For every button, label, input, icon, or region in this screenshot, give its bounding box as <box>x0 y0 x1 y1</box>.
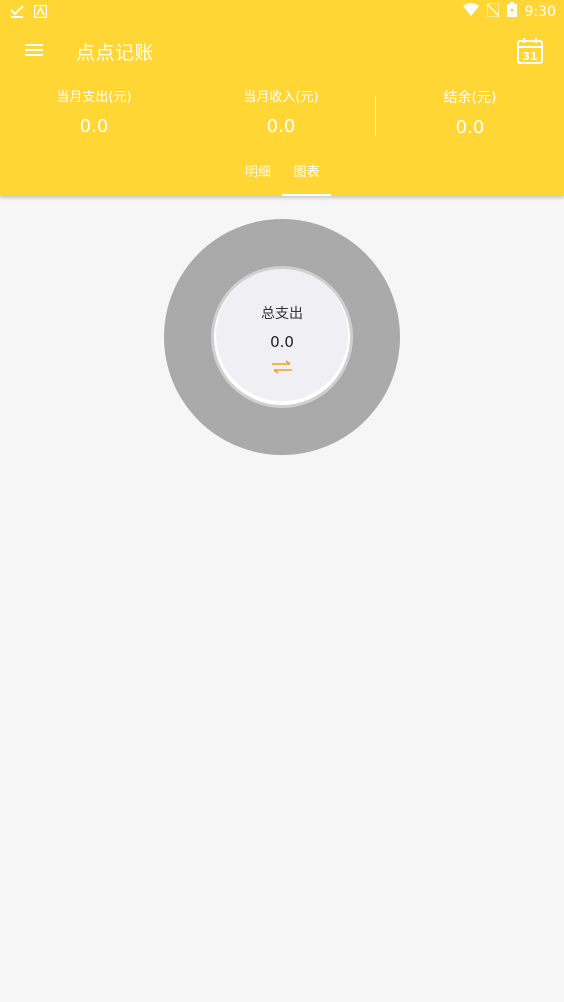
tab-detail[interactable]: 明细 <box>236 162 280 196</box>
download-done-icon <box>10 3 24 22</box>
calendar-icon: 31 <box>517 38 543 64</box>
wifi-icon <box>462 3 479 20</box>
balance-label: 结余(元) <box>443 90 497 106</box>
balance-summary: 结余(元) 0.0 <box>376 88 564 140</box>
income-summary: 当月收入(元) 0.0 <box>187 88 375 139</box>
total-expense-value: 0.0 <box>270 333 294 351</box>
balance-value: 0.0 <box>455 117 485 138</box>
summary-divider <box>375 96 376 136</box>
calendar-day-text: 31 <box>522 50 537 63</box>
status-time: 9:30 <box>524 3 556 20</box>
expense-label: 当月支出(元) <box>56 90 132 105</box>
header: 9:30 点点记账 31 当月支出(元) 0.0 当月收入(元) 0.0 结余(… <box>0 0 564 196</box>
donut-center: 总支出 0.0 <box>216 271 348 403</box>
tab-chart-label: 图表 <box>293 165 320 180</box>
menu-button[interactable] <box>20 38 48 62</box>
android-icon <box>33 3 48 22</box>
app-bar: 点点记账 31 <box>0 24 564 76</box>
battery-charging-icon <box>506 2 517 21</box>
income-value: 0.0 <box>266 116 296 137</box>
total-expense-label: 总支出 <box>261 306 303 322</box>
calendar-button[interactable]: 31 <box>516 37 544 65</box>
tab-bar: 明细 图表 <box>0 162 564 196</box>
expense-summary: 当月支出(元) 0.0 <box>0 88 188 139</box>
status-bar-right: 9:30 <box>462 1 556 21</box>
expense-donut-chart[interactable]: 总支出 0.0 <box>164 219 400 455</box>
app-screen: 9:30 点点记账 31 当月支出(元) 0.0 当月收入(元) 0.0 结余(… <box>0 0 564 1002</box>
income-label: 当月收入(元) <box>243 90 319 105</box>
app-title: 点点记账 <box>76 42 155 64</box>
swap-icon <box>272 360 292 374</box>
tab-indicator <box>282 194 331 196</box>
status-bar: 9:30 <box>0 0 564 24</box>
expense-value: 0.0 <box>79 116 109 137</box>
no-sim-icon <box>485 1 500 21</box>
status-bar-left <box>10 3 48 22</box>
swap-button[interactable] <box>271 359 293 374</box>
tab-chart[interactable]: 图表 <box>282 162 331 196</box>
summary-row: 当月支出(元) 0.0 当月收入(元) 0.0 结余(元) 0.0 <box>0 88 564 144</box>
menu-icon <box>25 44 43 56</box>
